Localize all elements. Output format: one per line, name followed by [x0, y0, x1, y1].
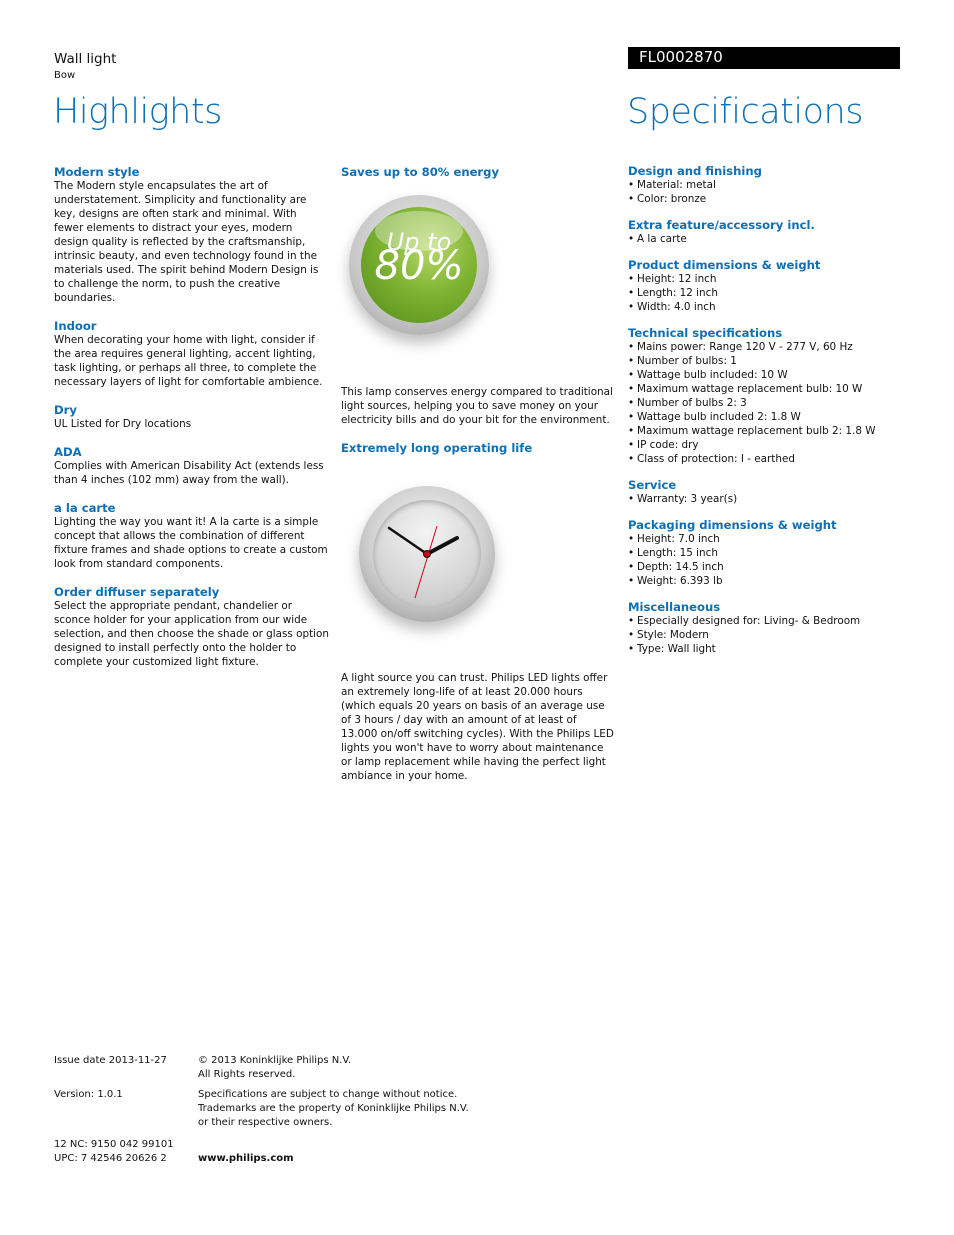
spec-item: Height: 7.0 inch — [628, 532, 918, 546]
spec-item: Especially designed for: Living- & Bedro… — [628, 614, 918, 628]
highlight-text: When decorating your home with light, co… — [54, 334, 323, 388]
spec-section-title: Product dimensions & weight — [628, 258, 821, 272]
spec-section: Extra feature/accessory incl.A la carte — [628, 218, 918, 246]
spec-section: Design and finishingMaterial: metalColor… — [628, 164, 918, 206]
spec-section: Product dimensions & weightHeight: 12 in… — [628, 258, 918, 314]
spec-item: Warranty: 3 year(s) — [628, 492, 918, 506]
feature-energy: Saves up to 80% energy Up to 80% This la… — [341, 165, 616, 427]
spec-section: Technical specificationsMains power: Ran… — [628, 326, 918, 466]
spec-list: Warranty: 3 year(s) — [628, 492, 918, 506]
disclaimer-line1: Specifications are subject to change wit… — [198, 1089, 458, 1100]
specifications-column: Design and finishingMaterial: metalColor… — [628, 164, 918, 668]
spec-list: Especially designed for: Living- & Bedro… — [628, 614, 918, 656]
highlight-text: Lighting the way you want it! A la carte… — [54, 516, 328, 570]
features-column: Saves up to 80% energy Up to 80% This la… — [341, 165, 616, 797]
spec-list: A la carte — [628, 232, 918, 246]
spec-section: Packaging dimensions & weightHeight: 7.0… — [628, 518, 918, 588]
clock-icon — [359, 486, 495, 622]
spec-list: Mains power: Range 120 V - 277 V, 60 HzN… — [628, 340, 918, 466]
disclaimer-line2: Trademarks are the property of Koninklij… — [198, 1103, 469, 1114]
spec-item: Length: 15 inch — [628, 546, 918, 560]
disclaimer-line3: or their respective owners. — [198, 1117, 333, 1128]
energy-badge-icon: Up to 80% — [349, 195, 489, 335]
spec-list: Height: 12 inchLength: 12 inchWidth: 4.0… — [628, 272, 918, 314]
highlight-a-la-carte: a la carte Lighting the way you want it!… — [54, 501, 329, 571]
spec-item: Wattage bulb included 2: 1.8 W — [628, 410, 918, 424]
spec-item: IP code: dry — [628, 438, 918, 452]
clock-center — [423, 550, 431, 558]
highlight-order-diffuser: Order diffuser separately Select the app… — [54, 585, 329, 669]
feature-text: This lamp conserves energy compared to t… — [341, 386, 613, 426]
spec-item: Maximum wattage replacement bulb 2: 1.8 … — [628, 424, 918, 438]
highlight-title: a la carte — [54, 501, 116, 515]
hour-hand — [425, 536, 459, 556]
spec-item: Mains power: Range 120 V - 277 V, 60 Hz — [628, 340, 918, 354]
badge-line2: 80% — [374, 243, 464, 289]
highlight-text: Complies with American Disability Act (e… — [54, 460, 324, 486]
feature-text: A light source you can trust. Philips LE… — [341, 672, 614, 782]
feature-title: Extremely long operating life — [341, 441, 533, 455]
issue-date: Issue date 2013-11-27 — [54, 1055, 167, 1066]
spec-item: Width: 4.0 inch — [628, 300, 918, 314]
spec-section-title: Miscellaneous — [628, 600, 721, 614]
nc-number: 12 NC: 9150 042 99101 — [54, 1139, 174, 1150]
spec-item: Maximum wattage replacement bulb: 10 W — [628, 382, 918, 396]
product-type: Wall light — [54, 51, 117, 67]
highlight-indoor: Indoor When decorating your home with li… — [54, 319, 329, 389]
spec-item: Type: Wall light — [628, 642, 918, 656]
website-link[interactable]: www.philips.com — [198, 1152, 498, 1166]
spec-item: Height: 12 inch — [628, 272, 918, 286]
spec-section: MiscellaneousEspecially designed for: Li… — [628, 600, 918, 656]
spec-item: Style: Modern — [628, 628, 918, 642]
highlight-text: Select the appropriate pendant, chandeli… — [54, 600, 330, 668]
spec-section-title: Packaging dimensions & weight — [628, 518, 837, 532]
spec-item: Weight: 6.393 lb — [628, 574, 918, 588]
upc-number: UPC: 7 42546 20626 2 — [54, 1153, 167, 1164]
spec-item: A la carte — [628, 232, 918, 246]
energy-badge-image: Up to 80% — [339, 185, 499, 375]
spec-item: Number of bulbs: 1 — [628, 354, 918, 368]
spec-item: Material: metal — [628, 178, 918, 192]
highlight-text: The Modern style encapsulates the art of… — [54, 180, 319, 304]
copyright-line1: © 2013 Koninklijke Philips N.V. — [198, 1055, 352, 1066]
product-name: Bow — [54, 70, 76, 81]
copyright-line2: All Rights reserved. — [198, 1069, 296, 1080]
spec-section-title: Service — [628, 478, 677, 492]
spec-section: ServiceWarranty: 3 year(s) — [628, 478, 918, 506]
minute-hand — [387, 526, 429, 556]
feature-title: Saves up to 80% energy — [341, 165, 500, 179]
product-code: FL0002870 — [639, 48, 723, 66]
specifications-title: Specifications — [627, 92, 863, 132]
spec-list: Material: metalColor: bronze — [628, 178, 918, 206]
feature-long-life: Extremely long operating life A light so… — [341, 441, 616, 783]
product-code-bar: FL0002870 — [628, 47, 900, 69]
version: Version: 1.0.1 — [54, 1089, 123, 1100]
second-hand — [414, 525, 438, 599]
spec-item: Class of protection: I - earthed — [628, 452, 918, 466]
spec-list: Height: 7.0 inchLength: 15 inchDepth: 14… — [628, 532, 918, 588]
clock-image — [339, 461, 499, 661]
clock-hands — [387, 525, 459, 599]
highlight-title: Modern style — [54, 165, 140, 179]
spec-item: Number of bulbs 2: 3 — [628, 396, 918, 410]
highlight-text: UL Listed for Dry locations — [54, 418, 192, 430]
spec-section-title: Technical specifications — [628, 326, 783, 340]
spec-item: Wattage bulb included: 10 W — [628, 368, 918, 382]
highlight-ada: ADA Complies with American Disability Ac… — [54, 445, 329, 487]
spec-item: Color: bronze — [628, 192, 918, 206]
highlights-title: Highlights — [53, 92, 222, 132]
spec-item: Depth: 14.5 inch — [628, 560, 918, 574]
spec-item: Length: 12 inch — [628, 286, 918, 300]
highlight-title: Order diffuser separately — [54, 585, 220, 599]
highlight-title: ADA — [54, 445, 82, 459]
highlight-modern-style: Modern style The Modern style encapsulat… — [54, 165, 329, 305]
highlights-column: Modern style The Modern style encapsulat… — [54, 165, 329, 683]
spec-section-title: Extra feature/accessory incl. — [628, 218, 815, 232]
highlight-dry: Dry UL Listed for Dry locations — [54, 403, 329, 431]
highlight-title: Dry — [54, 403, 77, 417]
spec-section-title: Design and finishing — [628, 164, 762, 178]
highlight-title: Indoor — [54, 319, 97, 333]
